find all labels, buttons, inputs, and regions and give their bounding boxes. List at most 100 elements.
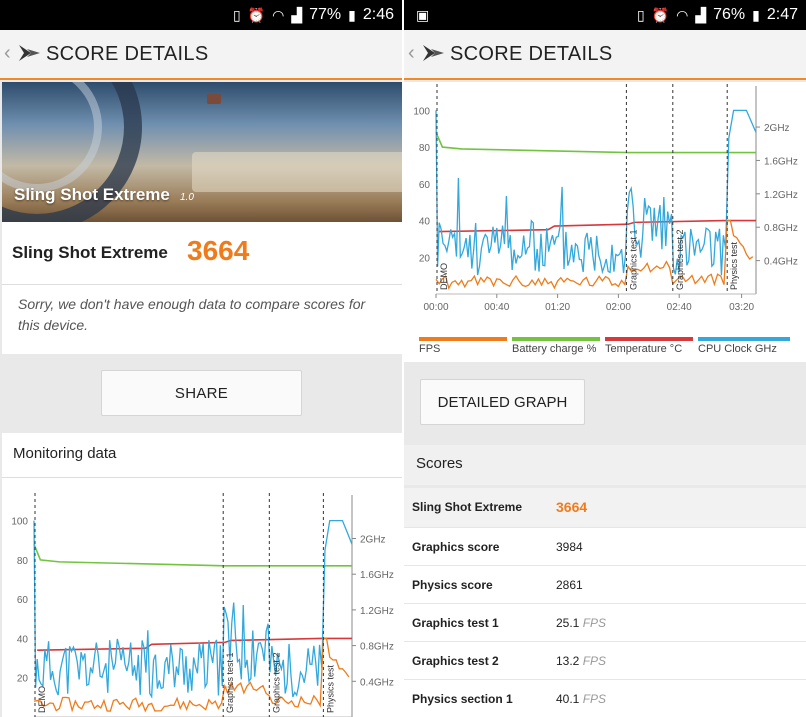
y-tick-label: 20 [17, 674, 29, 685]
hero-version: 1.0 [180, 192, 194, 203]
3dmark-logo-icon[interactable] [16, 40, 42, 66]
score-value: 40.1 FPS [556, 692, 606, 706]
score-value: 25.1 FPS [556, 616, 606, 630]
x-tick-label: 00:00 [423, 302, 448, 313]
y-right-tick-label: 1.6GHz [360, 570, 394, 581]
wifi-icon: ◠ [272, 7, 285, 23]
phase-label: Graphics test 2 [271, 652, 281, 713]
y-right-tick-label: 0.8GHz [360, 642, 394, 653]
legend-label: FPS [419, 343, 441, 355]
legend-swatch [419, 337, 507, 341]
cpu-clock-series-line [435, 109, 757, 276]
3dmark-logo-icon[interactable] [420, 40, 446, 66]
monitoring-graph-card: 100 80 60 40 20 2GHz 1.6GHz 1.2GHz 0.8GHz 0.4GHz D… [404, 82, 806, 362]
share-button[interactable]: SHARE [101, 370, 302, 416]
score-label: Graphics score [412, 540, 500, 554]
table-row: Sling Shot Extreme 3664 [404, 488, 806, 528]
y-tick-label: 100 [11, 517, 28, 528]
scores-table: Sling Shot Extreme 3664 Graphics score 3… [404, 488, 806, 717]
temperature-series-line [37, 637, 352, 652]
scores-heading: Scores [416, 455, 463, 472]
phase-label: Graphics test 2 [675, 229, 685, 290]
battery-level: 77% [309, 6, 342, 23]
legend-swatch [605, 337, 693, 341]
table-row: Graphics test 2 13.2 FPS [404, 642, 806, 680]
x-tick-label: 00:40 [484, 302, 509, 313]
phase-label: DEMO [37, 686, 47, 713]
legend-label: Temperature °C [605, 343, 683, 355]
monitoring-title: Monitoring data [13, 445, 117, 462]
score-label: Sling Shot Extreme [412, 500, 523, 514]
battery-icon: ▮ [752, 7, 760, 23]
phase-label: Physics test [729, 241, 739, 290]
x-tick-label: 03:20 [729, 302, 754, 313]
table-row: Graphics score 3984 [404, 528, 806, 566]
phase-label: DEMO [439, 263, 449, 290]
left-screen: ▯ ⏰ ◠ ▟ 77% ▮ 2:46 ‹ SCORE DETAILS Sling… [0, 0, 402, 717]
page-title: SCORE DETAILS [450, 43, 613, 65]
monitoring-card: Monitoring data 100 80 60 40 20 2GHz 1.6GHz 1.2… [2, 433, 402, 717]
battery-icon: ▮ [348, 7, 356, 23]
vibrate-icon: ▯ [636, 7, 645, 23]
table-row: Graphics test 1 25.1 FPS [404, 604, 806, 642]
battery-series-line [435, 132, 756, 154]
phase-label: Graphics test 1 [225, 652, 235, 713]
y-tick-label: 40 [17, 634, 29, 645]
clock: 2:47 [766, 6, 798, 23]
score-unit: FPS [582, 616, 607, 630]
y-right-tick-label: 1.2GHz [764, 190, 798, 201]
detailed-graph-button[interactable]: DETAILED GRAPH [420, 379, 585, 425]
score-number: 25.1 [556, 616, 580, 630]
y-right-tick-label: 1.6GHz [764, 156, 798, 167]
y-right-tick-label: 0.4GHz [360, 677, 394, 688]
comparison-message: Sorry, we don't have enough data to comp… [18, 296, 366, 333]
alarm-icon: ⏰ [651, 7, 670, 23]
y-right-tick-label: 0.4GHz [764, 257, 798, 268]
score-label: Graphics test 2 [412, 654, 499, 668]
legend-label: CPU Clock GHz [698, 343, 777, 355]
battery-level: 76% [713, 6, 746, 23]
score-number: 40.1 [556, 692, 580, 706]
back-chevron-icon[interactable]: ‹ [408, 42, 415, 65]
hero-title: Sling Shot Extreme [14, 185, 170, 204]
score-label: Physics section 1 [412, 692, 513, 706]
table-row: Physics score 2861 [404, 566, 806, 604]
monitoring-chart: 100 80 60 40 20 2GHz 1.6GHz 1.2GHz 0.8GHz 0.4GHz D… [413, 84, 798, 313]
score-unit: FPS [582, 692, 607, 706]
divider [2, 284, 402, 285]
scores-header: Scores [404, 445, 806, 485]
alarm-icon: ⏰ [247, 7, 266, 23]
signal-icon: ▟ [291, 7, 303, 23]
signal-icon: ▟ [695, 7, 707, 23]
score-number: 13.2 [556, 654, 580, 668]
y-tick-label: 100 [413, 106, 430, 117]
y-tick-label: 80 [17, 556, 29, 567]
x-tick-label: 02:00 [606, 302, 631, 313]
score-value: 3984 [556, 540, 583, 554]
score-value: 2861 [556, 578, 583, 592]
cpu-clock-series-line [33, 519, 353, 699]
monitoring-chart: 100 80 60 40 20 2GHz 1.6GHz 1.2GHz 0.8GHz 0.4GHz D… [11, 493, 394, 717]
battery-series-line [33, 543, 352, 567]
status-bar: ▣ ▯ ⏰ ◠ ▟ 76% ▮ 2:47 [404, 0, 806, 30]
score-value: 3664 [556, 499, 588, 515]
score-value: 13.2 FPS [556, 654, 606, 668]
legend-swatch [698, 337, 790, 341]
y-tick-label: 40 [419, 217, 431, 228]
overall-score-card: Sling Shot Extreme 3664 Sorry, we don't … [2, 222, 402, 354]
score-label: Physics score [412, 578, 493, 592]
y-right-tick-label: 2GHz [360, 534, 386, 545]
score-unit: FPS [582, 654, 607, 668]
back-chevron-icon[interactable]: ‹ [4, 42, 11, 65]
y-right-tick-label: 1.2GHz [360, 606, 394, 617]
clock: 2:46 [362, 6, 394, 23]
table-row: Physics section 1 40.1 FPS [404, 680, 806, 717]
y-tick-label: 80 [419, 143, 431, 154]
overall-score: 3664 [187, 235, 250, 266]
wifi-icon: ◠ [676, 7, 689, 23]
page-title: SCORE DETAILS [46, 43, 209, 65]
phase-label: Graphics test 1 [628, 229, 638, 290]
vibrate-icon: ▯ [232, 7, 241, 23]
legend-swatch [512, 337, 600, 341]
y-tick-label: 60 [17, 595, 29, 606]
